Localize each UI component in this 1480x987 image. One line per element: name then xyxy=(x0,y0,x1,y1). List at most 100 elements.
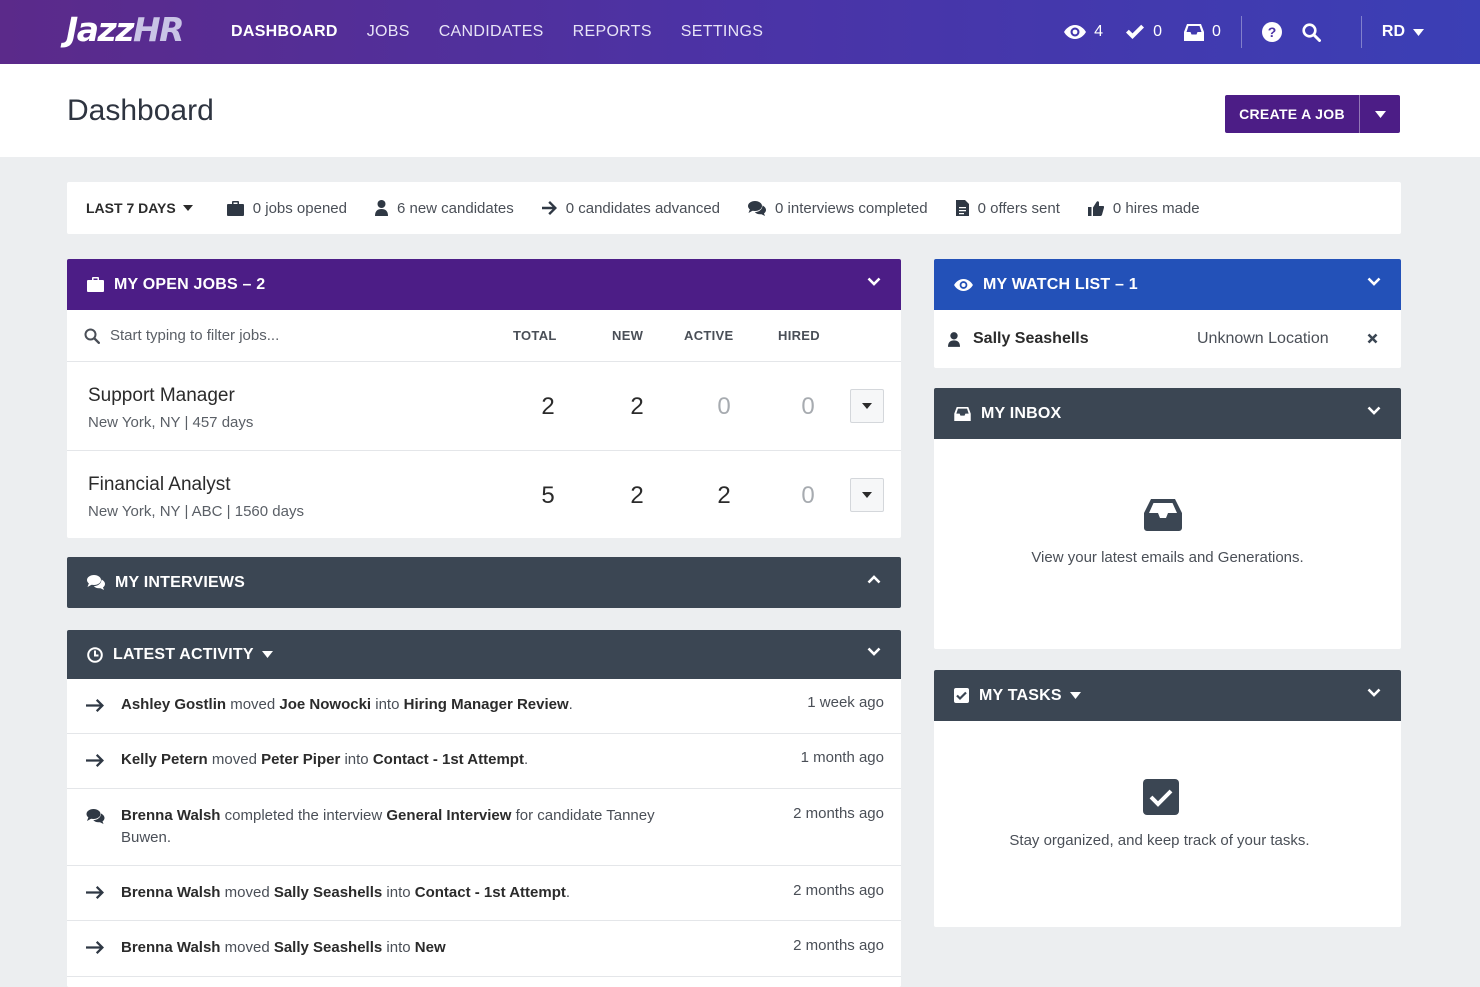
job-new-count[interactable]: 2 xyxy=(617,482,657,510)
watch-list-title: MY WATCH LIST – 1 xyxy=(983,275,1138,293)
approvals-count: 0 xyxy=(1153,23,1162,40)
open-jobs-header[interactable]: MY OPEN JOBS – 2 xyxy=(67,259,901,310)
activity-actor[interactable]: Brenna Walsh xyxy=(121,884,220,901)
nav-dashboard[interactable]: DASHBOARD xyxy=(231,23,338,41)
activity-actor[interactable]: Kelly Petern xyxy=(121,751,208,768)
activity-subject[interactable]: Sally Seashells xyxy=(274,939,382,956)
create-job-dropdown[interactable] xyxy=(1359,95,1400,133)
job-hired-count[interactable]: 0 xyxy=(788,393,828,421)
approvals-counter[interactable]: 0 xyxy=(1125,23,1162,41)
inbox-card: MY INBOX View your latest emails and Gen… xyxy=(934,388,1401,649)
activity-subject[interactable]: Peter Piper xyxy=(261,751,340,768)
job-total-count[interactable]: 5 xyxy=(528,482,568,510)
chevron-down-icon[interactable] xyxy=(1367,688,1381,697)
close-icon[interactable] xyxy=(1367,333,1378,344)
caret-down-icon[interactable] xyxy=(261,651,273,658)
search-icon xyxy=(84,328,100,344)
tasks-header[interactable]: MY TASKS xyxy=(934,670,1401,721)
activity-actor[interactable]: Brenna Walsh xyxy=(121,807,220,824)
nav-reports[interactable]: REPORTS xyxy=(573,23,652,41)
stat-candidates-advanced: 0 candidates advanced xyxy=(541,200,720,217)
nav-divider xyxy=(1360,16,1362,48)
job-meta: New York, NY | ABC | 1560 days xyxy=(88,503,304,520)
watched-candidate-location: Unknown Location xyxy=(1197,330,1329,347)
search-button[interactable] xyxy=(1302,22,1321,42)
user-menu[interactable]: RD xyxy=(1382,23,1424,41)
column-hired[interactable]: HIRED xyxy=(778,328,820,343)
caret-down-icon xyxy=(862,403,872,409)
job-filter-input[interactable] xyxy=(110,327,410,344)
arrow-right-icon xyxy=(541,201,557,215)
chevron-down-icon[interactable] xyxy=(867,647,881,656)
document-icon xyxy=(955,200,969,216)
top-nav: JazzHR DASHBOARD JOBS CANDIDATES REPORTS… xyxy=(0,0,1480,64)
period-selector[interactable]: LAST 7 DAYS xyxy=(86,200,193,216)
arrow-right-icon xyxy=(86,699,104,712)
job-active-count[interactable]: 2 xyxy=(704,482,744,510)
job-hired-count[interactable]: 0 xyxy=(788,482,828,510)
activity-header[interactable]: LATEST ACTIVITY xyxy=(67,630,901,679)
nav-candidates[interactable]: CANDIDATES xyxy=(439,23,544,41)
clock-icon xyxy=(87,646,103,663)
activity-target: Contact - 1st Attempt xyxy=(414,884,566,901)
activity-time: 2 months ago xyxy=(793,882,884,899)
eye-icon xyxy=(954,278,973,291)
activity-time: 2 months ago xyxy=(793,937,884,954)
activity-subject[interactable]: Sally Seashells xyxy=(274,884,382,901)
user-initials: RD xyxy=(1381,23,1405,40)
activity-target: New xyxy=(414,939,446,956)
inbox-header[interactable]: MY INBOX xyxy=(934,388,1401,439)
inbox-counter[interactable]: 0 xyxy=(1183,23,1221,41)
nav-jobs[interactable]: JOBS xyxy=(367,23,410,41)
inbox-count: 0 xyxy=(1211,23,1221,40)
job-active-count[interactable]: 0 xyxy=(704,393,744,421)
stat-offers-sent: 0 offers sent xyxy=(955,200,1060,217)
job-filter-row: TOTAL NEW ACTIVE HIRED xyxy=(67,310,901,362)
nav-settings[interactable]: SETTINGS xyxy=(681,23,763,41)
activity-subject[interactable]: Joe Nowocki xyxy=(279,696,371,713)
interviews-card: MY INTERVIEWS xyxy=(67,557,901,608)
activity-subject[interactable]: General Interview xyxy=(386,807,511,824)
chevron-down-icon[interactable] xyxy=(867,277,881,286)
page-header: Dashboard CREATE A JOB xyxy=(0,64,1480,157)
page-title: Dashboard xyxy=(67,94,214,127)
activity-time: 1 month ago xyxy=(800,749,884,766)
job-row: Financial Analyst New York, NY | ABC | 1… xyxy=(67,450,901,538)
stat-jobs-opened: 0 jobs opened xyxy=(226,200,347,217)
chevron-down-icon[interactable] xyxy=(1367,406,1381,415)
stat-hires-made: 0 hires made xyxy=(1087,200,1200,217)
chevron-up-icon[interactable] xyxy=(867,575,881,584)
activity-title: LATEST ACTIVITY xyxy=(113,645,254,663)
interviews-header[interactable]: MY INTERVIEWS xyxy=(67,557,901,608)
create-job-button[interactable]: CREATE A JOB xyxy=(1225,95,1359,133)
create-job-button-group: CREATE A JOB xyxy=(1225,95,1400,133)
watching-counter[interactable]: 4 xyxy=(1064,23,1103,41)
job-actions-dropdown[interactable] xyxy=(850,389,884,423)
jazzhr-logo[interactable]: JazzHR xyxy=(66,10,185,49)
inbox-tray-icon xyxy=(1144,499,1182,531)
nav-divider xyxy=(1240,16,1242,48)
inbox-icon xyxy=(954,406,971,421)
activity-actor[interactable]: Brenna Walsh xyxy=(121,939,220,956)
column-total[interactable]: TOTAL xyxy=(513,328,557,343)
activity-actor[interactable]: Ashley Gostlin xyxy=(121,696,226,713)
job-new-count[interactable]: 2 xyxy=(617,393,657,421)
job-title-link[interactable]: Support Manager xyxy=(88,385,235,407)
help-button[interactable]: ? xyxy=(1261,22,1282,42)
inbox-empty-text: View your latest emails and Generations. xyxy=(1031,549,1304,566)
watching-count: 4 xyxy=(1094,23,1104,40)
watched-candidate-name[interactable]: Sally Seashells xyxy=(973,330,1089,348)
check-icon xyxy=(1126,24,1145,39)
column-active[interactable]: ACTIVE xyxy=(684,328,733,343)
job-total-count[interactable]: 2 xyxy=(528,393,568,421)
caret-down-icon xyxy=(862,492,872,498)
chevron-down-icon[interactable] xyxy=(1367,277,1381,286)
job-actions-dropdown[interactable] xyxy=(850,478,884,512)
arrow-right-icon xyxy=(86,941,104,954)
column-new[interactable]: NEW xyxy=(612,328,643,343)
watch-list-header[interactable]: MY WATCH LIST – 1 xyxy=(934,259,1401,310)
comments-icon xyxy=(86,809,105,824)
job-title-link[interactable]: Financial Analyst xyxy=(88,474,231,496)
interviews-title: MY INTERVIEWS xyxy=(115,573,246,591)
caret-down-icon[interactable] xyxy=(1069,692,1081,699)
